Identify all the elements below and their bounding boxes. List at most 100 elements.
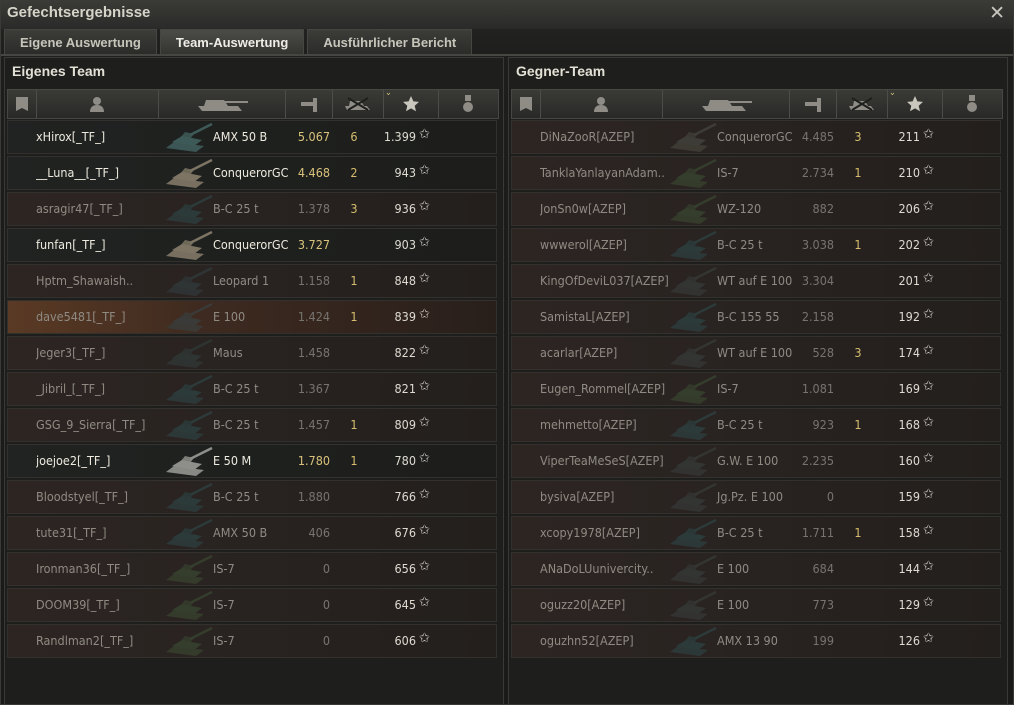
tank-icon	[664, 554, 720, 585]
player-row[interactable]: oguzhn52[AZEP] AMX 13 90 199 126 ✩	[511, 624, 1001, 658]
player-row[interactable]: bysiva[AZEP] Jg.Pz. E 100 0 159 ✩	[511, 480, 1001, 514]
player-name: DiNaZooR[AZEP]	[540, 129, 635, 144]
xp-value: 1.399	[383, 129, 416, 144]
column-squad[interactable]	[8, 90, 37, 118]
tab-ausfuehrlicher-bericht[interactable]: Ausführlicher Bericht	[307, 29, 473, 54]
xp-value: 656	[394, 561, 416, 576]
tank-icon	[664, 374, 720, 405]
kills-value: 2	[350, 165, 358, 180]
player-row[interactable]: _Jibril_[_TF_] B-C 25 t 1.367 821 ✩	[7, 372, 497, 406]
player-row[interactable]: __Luna__[_TF_] ConquerorGC 4.468 2 943 ✩	[7, 156, 497, 190]
column-player[interactable]	[36, 90, 159, 118]
player-name: oguzz20[AZEP]	[540, 597, 626, 612]
damage-value: 1.158	[297, 273, 330, 288]
close-icon[interactable]: ✕	[989, 2, 1005, 24]
damage-value: 3.727	[297, 237, 330, 252]
player-row[interactable]: Bloodstyel[_TF_] B-C 25 t 1.880 766 ✩	[7, 480, 497, 514]
star-icon: ✩	[419, 235, 430, 250]
column-medal[interactable]	[438, 90, 498, 118]
kills-value: 1	[350, 417, 358, 432]
player-row[interactable]: xHirox[_TF_] AMX 50 B 5.067 6 1.399 ✩	[7, 120, 497, 154]
tab-eigene-auswertung[interactable]: Eigene Auswertung	[4, 29, 157, 54]
column-kills[interactable]	[332, 90, 384, 118]
column-medal[interactable]	[942, 90, 1002, 118]
player-row[interactable]: Randlman2[_TF_] IS-7 0 606 ✩	[7, 624, 497, 658]
star-icon: ✩	[419, 631, 430, 646]
xp-value: 676	[394, 525, 416, 540]
xp-value: 206	[898, 201, 920, 216]
xp-star-icon	[906, 95, 924, 113]
player-row[interactable]: tute31[_TF_] AMX 50 B 406 676 ✩	[7, 516, 497, 550]
tank-icon	[664, 122, 720, 153]
xp-value: 159	[898, 489, 920, 504]
xp-value: 210	[898, 165, 920, 180]
player-icon	[90, 96, 104, 112]
damage-value: 684	[812, 561, 834, 576]
player-row[interactable]: SamistaL[AZEP] B-C 155 55 2.158 192 ✩	[511, 300, 1001, 334]
tank-icon	[664, 266, 720, 297]
player-row[interactable]: Eugen_Rommel[AZEP] IS-7 1.081 169 ✩	[511, 372, 1001, 406]
damage-value: 1.780	[297, 453, 330, 468]
own-team-panel: Eigenes Team ⌄ xHirox[_TF_] AMX 50 B 5.067…	[4, 57, 504, 705]
damage-value: 0	[322, 561, 330, 576]
player-row[interactable]: Jeger3[_TF_] Maus 1.458 822 ✩	[7, 336, 497, 370]
star-icon: ✩	[419, 415, 430, 430]
player-row[interactable]: wwwerol[AZEP] B-C 25 t 3.038 1 202 ✩	[511, 228, 1001, 262]
player-row[interactable]: DOOM39[_TF_] IS-7 0 645 ✩	[7, 588, 497, 622]
player-row[interactable]: oguzz20[AZEP] E 100 773 129 ✩	[511, 588, 1001, 622]
player-row[interactable]: KingOfDeviL037[AZEP] WT auf E 100 3.304 201…	[511, 264, 1001, 298]
column-damage[interactable]	[789, 90, 837, 118]
player-row[interactable]: Ironman36[_TF_] IS-7 0 656 ✩	[7, 552, 497, 586]
tank-icon	[160, 338, 216, 369]
damage-value: 528	[812, 345, 834, 360]
player-row[interactable]: xcopy1978[AZEP] B-C 25 t 1.711 1 158 ✩	[511, 516, 1001, 550]
damage-value: 406	[308, 525, 330, 540]
column-damage[interactable]	[285, 90, 333, 118]
star-icon: ✩	[419, 487, 430, 502]
column-xp-star[interactable]: ⌄	[383, 88, 439, 118]
damage-value: 0	[322, 597, 330, 612]
title-bar: Gefechtsergebnisse ✕	[1, 1, 1013, 29]
player-row[interactable]: funfan[_TF_] ConquerorGC 3.727 903 ✩	[7, 228, 497, 262]
damage-value: 4.485	[801, 129, 834, 144]
player-row[interactable]: joejoe2[_TF_] E 50 M 1.780 1 780 ✩	[7, 444, 497, 478]
kills-value: 1	[854, 417, 862, 432]
column-kills[interactable]	[836, 90, 888, 118]
column-tank[interactable]	[158, 90, 286, 118]
player-name: JonSn0w[AZEP]	[540, 201, 626, 216]
damage-value: 923	[812, 417, 834, 432]
player-row[interactable]: Hptm_Shawaish.. Leopard 1 1.158 1 848 ✩	[7, 264, 497, 298]
player-row[interactable]: GSG_9_Sierra[_TF_] B-C 25 t 1.457 1 809 ✩	[7, 408, 497, 442]
player-name: Eugen_Rommel[AZEP]	[540, 381, 666, 396]
player-row[interactable]: mehmetto[AZEP] B-C 25 t 923 1 168 ✩	[511, 408, 1001, 442]
damage-value: 2.734	[801, 165, 834, 180]
player-name: GSG_9_Sierra[_TF_]	[36, 417, 146, 432]
player-name: acarlar[AZEP]	[540, 345, 618, 360]
kills-value: 3	[854, 345, 862, 360]
star-icon: ✩	[419, 163, 430, 178]
player-icon	[594, 96, 608, 112]
tank-icon	[664, 482, 720, 513]
damage-icon	[803, 96, 823, 112]
player-row[interactable]: ANaDoLUunivercity.. E 100 684 144 ✩	[511, 552, 1001, 586]
player-row[interactable]: acarlar[AZEP] WT auf E 100 528 3 174 ✩	[511, 336, 1001, 370]
player-row[interactable]: asragir47[_TF_] B-C 25 t 1.378 3 936 ✩	[7, 192, 497, 226]
column-player[interactable]	[540, 90, 663, 118]
column-xp-star[interactable]: ⌄	[887, 88, 943, 118]
column-tank[interactable]	[662, 90, 790, 118]
player-name: Hptm_Shawaish..	[36, 273, 134, 288]
tab-team-auswertung[interactable]: Team-Auswertung	[159, 29, 305, 54]
player-row[interactable]: dave5481[_TF_] E 100 1.424 1 839 ✩	[7, 300, 497, 334]
player-name: DOOM39[_TF_]	[36, 597, 120, 612]
player-row[interactable]: TanklaYanlayanAdam.. IS-7 2.734 1 210 ✩	[511, 156, 1001, 190]
xp-value: 202	[898, 237, 920, 252]
column-squad[interactable]	[512, 90, 541, 118]
player-name: tute31[_TF_]	[36, 525, 107, 540]
tank-icon	[160, 374, 216, 405]
kills-value: 1	[350, 309, 358, 324]
player-row[interactable]: DiNaZooR[AZEP] ConquerorGC 4.485 3 211 ✩	[511, 120, 1001, 154]
player-row[interactable]: ViperTeaMeSeS[AZEP] G.W. E 100 2.235 160 ✩	[511, 444, 1001, 478]
player-name: Randlman2[_TF_]	[36, 633, 134, 648]
player-row[interactable]: JonSn0w[AZEP] WZ-120 882 206 ✩	[511, 192, 1001, 226]
player-name: xHirox[_TF_]	[36, 129, 106, 144]
